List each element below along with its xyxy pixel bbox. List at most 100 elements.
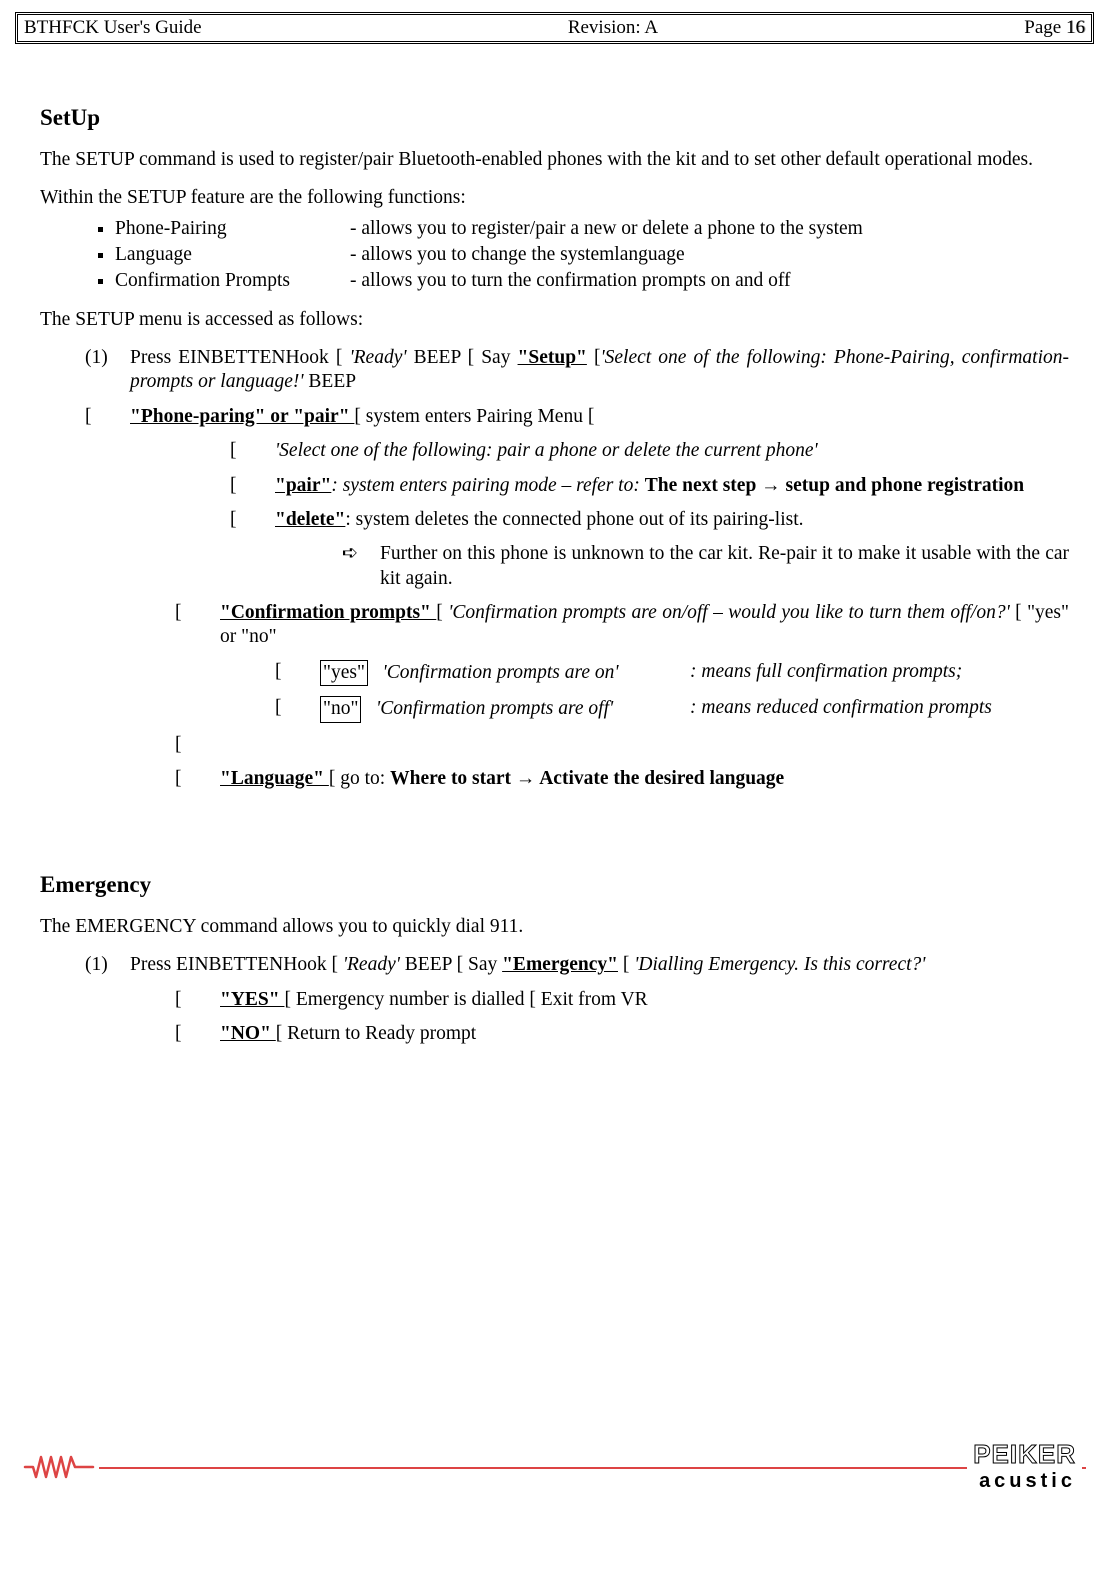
delete-command-row: [ "delete": system deletes the connected… <box>230 508 1069 532</box>
emergency-no-row: [ "NO" [ Return to Ready prompt <box>175 1022 1069 1046</box>
voice-command: "Setup" <box>518 347 587 368</box>
step-body: "Confirmation prompts" [ 'Confirmation p… <box>220 601 1069 650</box>
step-body: "delete": system deletes the connected p… <box>275 508 1069 532</box>
voice-prompt: 'Confirmation prompts are on/off – would… <box>448 602 1010 623</box>
step-mark: [ <box>275 696 320 722</box>
arrow-icon: ➪ <box>320 542 380 591</box>
voice-command: "NO" <box>220 1023 276 1044</box>
voice-prompt: 'Dialling Emergency. Is this correct?' <box>634 954 925 975</box>
text: Press EINBETTENHook [ <box>130 347 349 368</box>
voice-prompt: 'Ready' <box>349 347 406 368</box>
text: : system deletes the connected phone out… <box>345 509 803 530</box>
step-body: "pair": system enters pairing mode – ref… <box>275 474 1069 498</box>
step-mark: [ <box>175 601 220 650</box>
step-mark: [ <box>175 988 220 1012</box>
func-desc: - allows you to change the systemlanguag… <box>350 243 685 267</box>
pair-command-row: [ "pair": system enters pairing mode – r… <box>230 474 1069 498</box>
text: BEEP [ Say <box>400 954 502 975</box>
setup-functions-intro: Within the SETUP feature are the followi… <box>40 186 1069 210</box>
header-right: Page 1616 <box>1024 17 1085 39</box>
voice-command: "YES" <box>220 989 284 1010</box>
text: : system enters pairing mode – refer to: <box>331 475 644 496</box>
voice-command: "Emergency" <box>502 954 618 975</box>
language-row: [ "Language" [ go to: Where to start → A… <box>175 767 1069 791</box>
delete-note-row: ➪ Further on this phone is unknown to th… <box>320 542 1069 591</box>
func-name: Phone-Pairing <box>115 217 350 241</box>
setup-accessed: The SETUP menu is accessed as follows: <box>40 308 1069 332</box>
page-label: Page <box>1024 17 1066 38</box>
emergency-step-1: (1) Press EINBETTENHook [ 'Ready' BEEP [… <box>85 953 1069 977</box>
voice-command: "pair" <box>275 475 331 496</box>
voice-prompt: 'Select one of the following: pair a pho… <box>275 439 1069 463</box>
func-name: Confirmation Prompts <box>115 269 350 293</box>
option-box: "no" <box>320 696 361 722</box>
reference-link: The next step → setup and phone registra… <box>645 475 1024 496</box>
step-body: "yes" 'Confirmation prompts are on' : me… <box>320 660 1069 686</box>
step-body: "no" 'Confirmation prompts are off' : me… <box>320 696 1069 722</box>
text: BEEP <box>304 371 357 392</box>
option-box: "yes" <box>320 660 368 686</box>
setup-intro: The SETUP command is used to register/pa… <box>40 148 1069 172</box>
voice-prompt: 'Ready' <box>343 954 400 975</box>
note-text: Further on this phone is unknown to the … <box>380 542 1069 591</box>
step-mark: [ <box>275 660 320 686</box>
cp-yes-row: [ "yes" 'Confirmation prompts are on' : … <box>275 660 1069 686</box>
func-desc: - allows you to turn the confirmation pr… <box>350 269 790 293</box>
header-left: BTHFCK User's Guide <box>24 17 202 39</box>
step-mark: (1) <box>85 953 130 977</box>
pairing-prompt-row: [ 'Select one of the following: pair a p… <box>230 439 1069 463</box>
step-mark: [ <box>175 733 220 757</box>
explanation-text: : means reduced confirmation prompts <box>690 696 1069 722</box>
text: [ <box>436 602 448 623</box>
logo-line-1: PEIKER <box>973 1439 1076 1470</box>
cp-no-row: [ "no" 'Confirmation prompts are off' : … <box>275 696 1069 722</box>
confirmation-prompts-row: [ "Confirmation prompts" [ 'Confirmation… <box>175 601 1069 650</box>
step-body: "YES" [ Emergency number is dialled [ Ex… <box>220 988 1069 1012</box>
text: [ go to: <box>329 768 390 789</box>
list-item: Phone-Pairing- allows you to register/pa… <box>115 217 1069 241</box>
step-body: Press EINBETTENHook [ 'Ready' BEEP [ Say… <box>130 953 1069 977</box>
voice-command: "Phone-paring" or "pair" <box>130 406 354 427</box>
text: [ Return to Ready prompt <box>276 1023 476 1044</box>
step-body <box>220 733 1069 757</box>
list-item: Confirmation Prompts- allows you to turn… <box>115 269 1069 293</box>
emergency-intro: The EMERGENCY command allows you to quic… <box>40 915 1069 939</box>
step-body: Press EINBETTENHook [ 'Ready' BEEP [ Say… <box>130 346 1069 395</box>
logo-line-2: acustic <box>973 1470 1076 1493</box>
step-body: "Phone-paring" or "pair" [ system enters… <box>130 405 1069 429</box>
emergency-heading: Emergency <box>40 871 1069 900</box>
text: [ <box>587 347 601 368</box>
emergency-yes-row: [ "YES" [ Emergency number is dialled [ … <box>175 988 1069 1012</box>
step-body: "NO" [ Return to Ready prompt <box>220 1022 1069 1046</box>
step-body: "Language" [ go to: Where to start → Act… <box>220 767 1069 791</box>
step-mark: [ <box>230 508 275 532</box>
text: [ <box>618 954 634 975</box>
page-footer: PEIKER acustic <box>15 1467 1094 1547</box>
step-mark: [ <box>85 405 130 429</box>
waveform-icon <box>23 1453 99 1481</box>
voice-command: "Confirmation prompts" <box>220 602 436 623</box>
explanation-text: : means full confirmation prompts; <box>690 660 1069 686</box>
step-mark: [ <box>230 439 275 463</box>
step-mark: [ <box>175 767 220 791</box>
step-mark: (1) <box>85 346 130 395</box>
reference-link: Where to start → Activate the desired la… <box>390 768 784 789</box>
voice-prompt: 'Confirmation prompts are on' <box>383 662 619 683</box>
header-center: Revision: A <box>568 17 658 39</box>
empty-row: [ <box>175 733 1069 757</box>
list-item: Language- allows you to change the syste… <box>115 243 1069 267</box>
step-mark: [ <box>230 474 275 498</box>
func-desc: - allows you to register/pair a new or d… <box>350 217 863 241</box>
voice-command: "Language" <box>220 768 329 789</box>
page-header: BTHFCK User's Guide Revision: A Page 161… <box>15 12 1094 44</box>
text: BEEP [ Say <box>407 347 518 368</box>
voice-command: "delete" <box>275 509 345 530</box>
phone-pairing-row: [ "Phone-paring" or "pair" [ system ente… <box>85 405 1069 429</box>
page-number: 1616 <box>1066 17 1085 38</box>
setup-step-1: (1) Press EINBETTENHook [ 'Ready' BEEP [… <box>85 346 1069 395</box>
brand-logo: PEIKER acustic <box>967 1439 1082 1493</box>
setup-heading: SetUp <box>40 104 1069 133</box>
page-content: SetUp The SETUP command is used to regis… <box>15 44 1094 1047</box>
text: Press EINBETTENHook [ <box>130 954 343 975</box>
text: [ Emergency number is dialled [ Exit fro… <box>284 989 647 1010</box>
